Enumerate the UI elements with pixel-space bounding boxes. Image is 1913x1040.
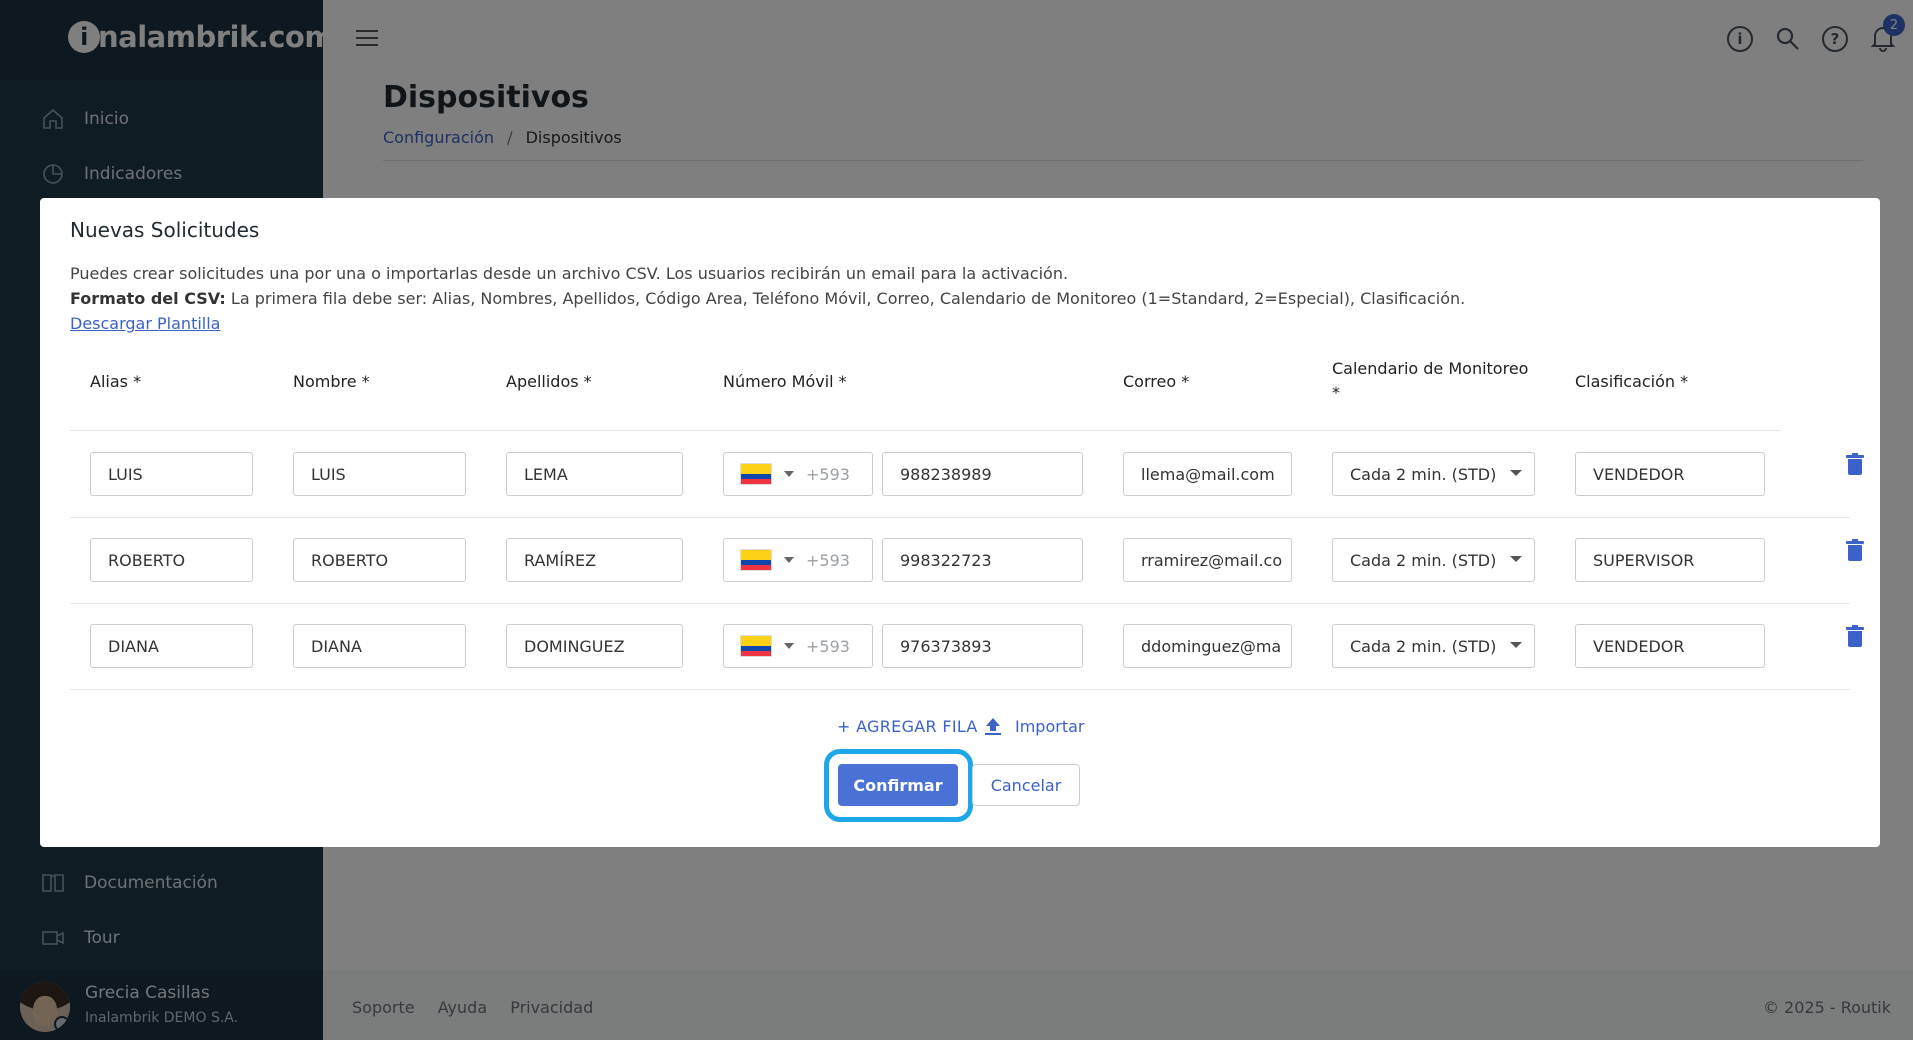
table-row: ROBERTO ROBERTO RAMÍREZ +593 998322723 r… (70, 517, 1864, 604)
chevron-down-icon (784, 557, 794, 563)
country-code-select[interactable]: +593 (723, 452, 873, 496)
column-header-correo: Correo * (1123, 372, 1190, 391)
delete-row-icon[interactable] (1846, 625, 1864, 647)
column-header-calendario-required: * (1332, 383, 1340, 402)
country-code: +593 (806, 636, 850, 656)
chevron-down-icon (1510, 556, 1522, 562)
nombre-input[interactable]: LUIS (293, 452, 466, 496)
new-requests-modal: Nuevas Solicitudes Puedes crear solicitu… (40, 198, 1880, 847)
csv-format-note: Formato del CSV: La primera fila debe se… (70, 289, 1465, 308)
country-code: +593 (806, 464, 850, 484)
phone-input[interactable]: 998322723 (882, 538, 1083, 582)
column-header-movil: Número Móvil * (723, 372, 847, 391)
apellidos-input[interactable]: LEMA (506, 452, 683, 496)
classification-input[interactable]: SUPERVISOR (1575, 538, 1765, 582)
modal-description: Puedes crear solicitudes una por una o i… (70, 264, 1069, 283)
upload-icon (985, 717, 1001, 736)
column-header-calendario: Calendario de Monitoreo (1332, 359, 1529, 378)
alias-input[interactable]: LUIS (90, 452, 253, 496)
calendar-select[interactable]: Cada 2 min. (STD) (1332, 538, 1535, 582)
apellidos-input[interactable]: DOMINGUEZ (506, 624, 683, 668)
chevron-down-icon (784, 643, 794, 649)
ecuador-flag-icon (740, 635, 772, 657)
calendar-select[interactable]: Cada 2 min. (STD) (1332, 452, 1535, 496)
requests-table: Alias * Nombre * Apellidos * Número Móvi… (70, 343, 1864, 690)
email-input[interactable]: rramirez@mail.co (1123, 538, 1292, 582)
ecuador-flag-icon (740, 549, 772, 571)
delete-row-icon[interactable] (1846, 539, 1864, 561)
calendar-select-value: Cada 2 min. (STD) (1350, 550, 1497, 570)
alias-input[interactable]: DIANA (90, 624, 253, 668)
cancel-button[interactable]: Cancelar (972, 764, 1080, 806)
ecuador-flag-icon (740, 463, 772, 485)
alias-input[interactable]: ROBERTO (90, 538, 253, 582)
csv-format-text: La primera fila debe ser: Alias, Nombres… (225, 289, 1466, 308)
chevron-down-icon (784, 471, 794, 477)
classification-input[interactable]: VENDEDOR (1575, 624, 1765, 668)
country-code-select[interactable]: +593 (723, 624, 873, 668)
import-label: Importar (1015, 717, 1085, 736)
email-input[interactable]: llema@mail.com (1123, 452, 1292, 496)
confirm-button[interactable]: Confirmar (838, 764, 958, 806)
column-header-clasificacion: Clasificación * (1575, 372, 1689, 391)
apellidos-input[interactable]: RAMÍREZ (506, 538, 683, 582)
country-code: +593 (806, 550, 850, 570)
column-header-apellidos: Apellidos * (506, 372, 592, 391)
calendar-select[interactable]: Cada 2 min. (STD) (1332, 624, 1535, 668)
delete-row-icon[interactable] (1846, 453, 1864, 475)
calendar-select-value: Cada 2 min. (STD) (1350, 464, 1497, 484)
nombre-input[interactable]: ROBERTO (293, 538, 466, 582)
nombre-input[interactable]: DIANA (293, 624, 466, 668)
country-code-select[interactable]: +593 (723, 538, 873, 582)
csv-format-label: Formato del CSV: (70, 289, 226, 308)
modal-title: Nuevas Solicitudes (70, 218, 260, 242)
table-row: LUIS LUIS LEMA +593 988238989 llema@mail… (70, 431, 1864, 518)
column-header-alias: Alias * (90, 372, 142, 391)
import-button[interactable]: Importar (985, 717, 1084, 736)
chevron-down-icon (1510, 642, 1522, 648)
chevron-down-icon (1510, 470, 1522, 476)
classification-input[interactable]: VENDEDOR (1575, 452, 1765, 496)
download-template-link[interactable]: Descargar Plantilla (70, 314, 220, 333)
phone-input[interactable]: 988238989 (882, 452, 1083, 496)
table-row: DIANA DIANA DOMINGUEZ +593 976373893 ddo… (70, 603, 1864, 690)
add-row-button[interactable]: + AGREGAR FILA (837, 717, 978, 736)
email-input[interactable]: ddominguez@ma (1123, 624, 1292, 668)
column-header-nombre: Nombre * (293, 372, 370, 391)
phone-input[interactable]: 976373893 (882, 624, 1083, 668)
calendar-select-value: Cada 2 min. (STD) (1350, 636, 1497, 656)
